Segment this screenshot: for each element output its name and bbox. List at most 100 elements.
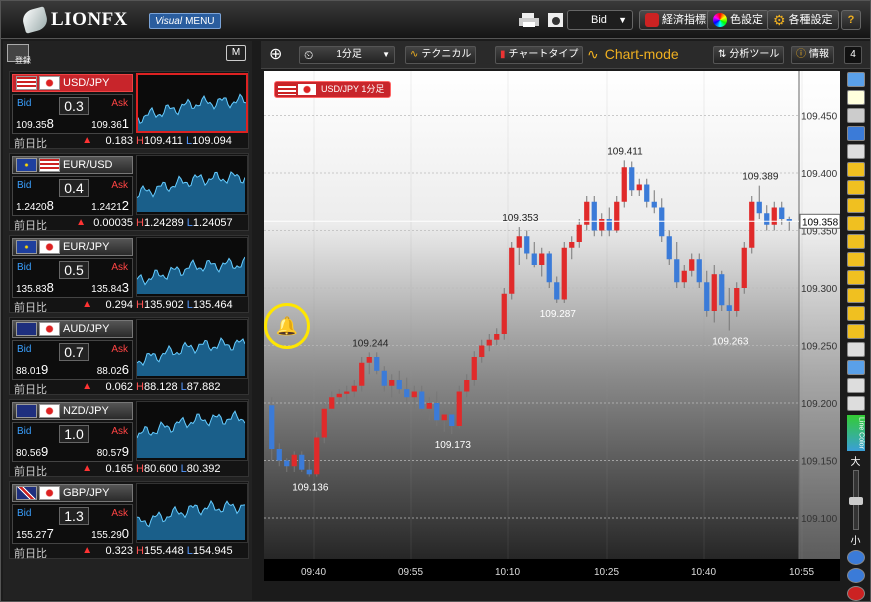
help-button[interactable]: ?: [841, 10, 861, 30]
mini-chart[interactable]: [136, 73, 248, 133]
pair-label[interactable]: NZD/JPY: [12, 402, 133, 420]
chart-svg: 109.450109.400109.350109.300109.250109.2…: [264, 71, 840, 581]
spread-value: 1.0: [59, 425, 89, 443]
technical-button[interactable]: ∿ テクニカル: [405, 46, 477, 64]
high-low: H80.600 L80.392: [136, 463, 248, 475]
settings-button[interactable]: ⚙ 各種設定: [767, 10, 839, 30]
candle-body: [404, 389, 410, 398]
rate-card-aud-jpy[interactable]: AUD/JPY Bid Ask 0.7 88.019 88.026 前日比 ▲ 0.…: [9, 317, 249, 396]
rate-card-eur-jpy[interactable]: EUR/JPY Bid Ask 0.5 135.838 135.843 前日比 ▲…: [9, 235, 249, 314]
ask-price[interactable]: 109.361: [91, 116, 129, 131]
symbol-tag[interactable]: USD/JPY 1分足: [274, 81, 392, 98]
eraser-icon[interactable]: [846, 378, 865, 393]
message-icon[interactable]: [846, 108, 865, 123]
candle-body: [396, 380, 402, 390]
visual-menu-italic: Visual: [155, 16, 183, 27]
settings-label: 各種設定: [788, 14, 833, 26]
chart-mode-button[interactable]: ∿ Chart-mode: [587, 46, 679, 63]
mail-icon[interactable]: [846, 72, 865, 87]
mini-chart[interactable]: [136, 237, 248, 297]
rate-card-gbp-jpy[interactable]: GBP/JPY Bid Ask 1.3 155.277 155.290 前日比 ▲…: [9, 481, 249, 560]
flag-jp: [39, 404, 60, 418]
layout-count-button[interactable]: 4: [844, 46, 862, 64]
ask-price[interactable]: 88.026: [97, 362, 129, 377]
bid-price[interactable]: 155.277: [16, 526, 54, 541]
high-value: 135.902: [143, 299, 184, 311]
candle-body: [546, 253, 552, 283]
cross-icon[interactable]: [846, 126, 865, 141]
bid-price[interactable]: 1.24208: [16, 198, 54, 213]
chevron-down-icon: ▼: [618, 15, 627, 25]
analysis-tool-button[interactable]: ⇅ 分析ツール: [713, 46, 785, 64]
low-value: 154.945: [192, 545, 233, 557]
ask-price[interactable]: 155.290: [91, 526, 129, 541]
alert-bell-icon[interactable]: 🔔: [264, 303, 310, 349]
mini-chart[interactable]: [136, 319, 248, 379]
rate-card-eur-usd[interactable]: EUR/USD Bid Ask 0.4 1.24208 1.24212 前日比 ▲…: [9, 153, 249, 232]
candle-body: [681, 270, 687, 283]
monitor-icon[interactable]: M: [226, 45, 246, 61]
bid-price[interactable]: 109.358: [16, 116, 54, 131]
bell-icon[interactable]: [846, 90, 865, 105]
rate-card-nzd-jpy[interactable]: NZD/JPY Bid Ask 1.0 80.569 80.579 前日比 ▲ 0.…: [9, 399, 249, 478]
bid-price[interactable]: 80.569: [16, 444, 48, 459]
low-value: 80.392: [186, 463, 221, 475]
trash-icon[interactable]: [846, 396, 865, 411]
zoom-out-icon[interactable]: [846, 568, 865, 583]
spread-value: 0.5: [59, 261, 89, 279]
chart-type-button[interactable]: ▮ チャートタイプ: [495, 46, 584, 64]
pair-label[interactable]: AUD/JPY: [12, 320, 133, 338]
pair-label[interactable]: GBP/JPY: [12, 484, 133, 502]
candle-body: [606, 219, 612, 231]
bid-price[interactable]: 88.019: [16, 362, 48, 377]
channel-icon[interactable]: [846, 288, 865, 303]
cursor-icon[interactable]: [846, 144, 865, 159]
high-label: H: [136, 217, 144, 229]
pair-label[interactable]: USD/JPY: [12, 74, 133, 92]
color-settings-button[interactable]: 色設定: [707, 10, 769, 30]
change-value: 0.062: [105, 381, 133, 393]
rate-card-usd-jpy[interactable]: USD/JPY Bid Ask 0.3 109.358 109.361 前日比 ▲…: [9, 71, 249, 150]
info-button[interactable]: ⓘ 情報: [791, 46, 834, 64]
ask-price[interactable]: 80.579: [97, 444, 129, 459]
candlestick-chart[interactable]: 109.450 109.400 109.350 109.300 109.250 109.2…: [264, 71, 840, 581]
arrow-icon[interactable]: [846, 360, 865, 375]
bid-select[interactable]: Bid ▼: [567, 10, 633, 30]
bid-price[interactable]: 135.838: [16, 280, 54, 295]
line-color-button[interactable]: Line Color: [846, 415, 865, 451]
mini-chart[interactable]: [136, 401, 248, 461]
mini-chart[interactable]: [136, 483, 248, 543]
ask-main: 155.29: [91, 530, 122, 541]
hline-icon[interactable]: [846, 180, 865, 195]
fan-icon[interactable]: [846, 252, 865, 267]
x-tick-label: 10:10: [495, 567, 520, 578]
economic-indicator-button[interactable]: 経済指標: [639, 10, 712, 30]
ask-price[interactable]: 135.843: [91, 280, 129, 295]
zoom-icon[interactable]: ⊕: [265, 46, 286, 64]
trendline-icon[interactable]: [846, 162, 865, 177]
pitchfork-icon[interactable]: [846, 306, 865, 321]
visual-menu-button[interactable]: Visual MENU: [149, 13, 221, 29]
mini-chart[interactable]: [136, 155, 248, 215]
fibo-icon[interactable]: [846, 270, 865, 285]
charttype-label: チャートタイプ: [508, 49, 579, 60]
pair-label[interactable]: EUR/USD: [12, 156, 133, 174]
zoom-slider[interactable]: [848, 470, 863, 530]
reload-icon[interactable]: [846, 586, 865, 601]
wave-icon[interactable]: [846, 234, 865, 249]
candle-body: [531, 253, 537, 265]
pair-label[interactable]: EUR/JPY: [12, 238, 133, 256]
flag-jp: [39, 240, 60, 254]
pair-flags: [16, 404, 60, 418]
candle-body: [464, 380, 470, 392]
vline-icon[interactable]: [846, 198, 865, 213]
count-icon[interactable]: [846, 342, 865, 357]
zoom-slider-handle[interactable]: [848, 497, 863, 505]
hand-icon[interactable]: [846, 216, 865, 231]
ray-icon[interactable]: [846, 324, 865, 339]
ask-price[interactable]: 1.24212: [91, 198, 129, 213]
period-select[interactable]: ⏲ 1分足 ▼: [299, 46, 395, 64]
zoom-in-icon[interactable]: [846, 550, 865, 565]
app-window: LIONFX Visual MENU Bid ▼ 経済指標 色設定 ⚙ 各種設定 ? …: [0, 0, 871, 602]
high-value: 80.600: [143, 463, 178, 475]
